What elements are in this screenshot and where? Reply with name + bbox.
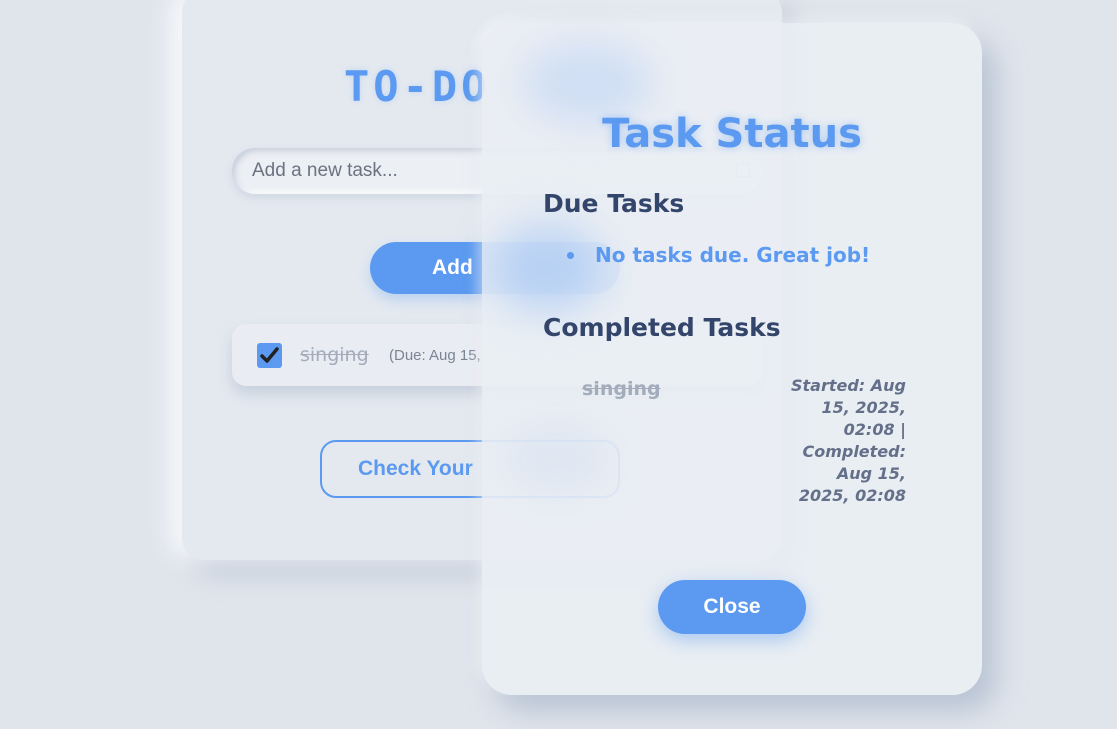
glass-glow [502, 423, 612, 493]
checkmark-icon [260, 347, 279, 363]
app-title: TO-DO [344, 62, 491, 111]
due-item-text: No tasks due. Great job! [595, 243, 871, 267]
list-item: No tasks due. Great job! [567, 243, 870, 267]
due-tasks-heading: Due Tasks [543, 189, 685, 218]
close-button[interactable]: Close [658, 580, 806, 634]
bullet-icon [567, 251, 574, 259]
modal-title: Task Status [602, 111, 862, 157]
glass-glow [492, 223, 602, 313]
task-due-date: (Due: Aug 15, [389, 347, 481, 364]
task-checkbox[interactable] [257, 343, 282, 368]
completed-task-meta: Started: Aug 15, 2025, 02:08 | Completed… [790, 376, 906, 505]
task-status-modal: Task Status Due Tasks No tasks due. Grea… [482, 23, 982, 695]
completed-task-name: singing [582, 378, 661, 400]
task-text: singing [300, 344, 369, 366]
completed-tasks-heading: Completed Tasks [543, 313, 781, 342]
